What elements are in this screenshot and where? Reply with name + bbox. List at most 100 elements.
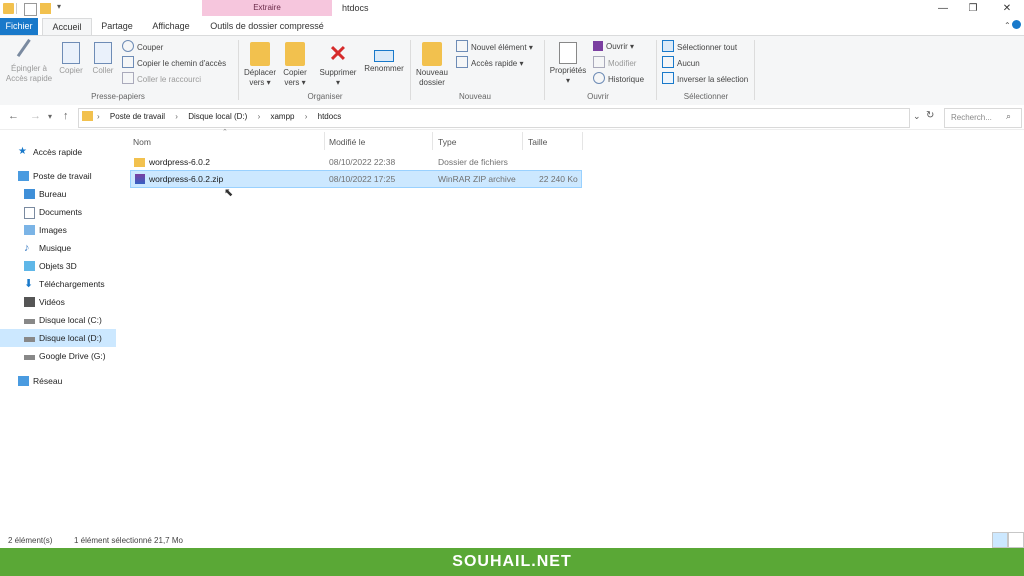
- breadcrumb-separator-icon: ›: [175, 112, 178, 121]
- nav-item-poste-de-travail[interactable]: Poste de travail: [0, 167, 116, 185]
- nav-item-musique[interactable]: ♪ Musique: [0, 239, 116, 257]
- divider: [410, 40, 411, 100]
- column-header-taille[interactable]: Taille: [528, 137, 547, 147]
- new-folder-icon[interactable]: [40, 3, 51, 14]
- copy-button[interactable]: Copier: [57, 42, 85, 76]
- history-label: Historique: [608, 75, 645, 84]
- nav-label: Téléchargements: [39, 279, 105, 289]
- properties-label: Propriétés ▾: [549, 66, 587, 85]
- breadcrumb-xampp[interactable]: xampp: [270, 112, 294, 121]
- tab-outils-dossier-compresse[interactable]: Outils de dossier compressé: [202, 18, 332, 35]
- rename-button[interactable]: Renommer: [362, 42, 406, 74]
- details-view-button[interactable]: [992, 532, 1008, 548]
- large-icons-view-button[interactable]: [1008, 532, 1024, 548]
- column-divider[interactable]: [522, 132, 523, 150]
- nav-item-acces-rapide[interactable]: ★ Accès rapide: [0, 143, 116, 161]
- nav-label: Bureau: [39, 189, 67, 199]
- nav-item-google-drive[interactable]: Google Drive (G:): [0, 347, 116, 365]
- paste-button[interactable]: Coller: [89, 42, 117, 76]
- move-to-label: Déplacer vers ▾: [243, 68, 276, 87]
- video-icon: [24, 297, 35, 307]
- paste-shortcut-button[interactable]: Coller le raccourci: [122, 72, 201, 86]
- new-folder-button[interactable]: Nouveau dossier: [414, 42, 450, 88]
- drive-icon: [24, 337, 35, 342]
- column-header-modifie[interactable]: Modifié le: [329, 137, 365, 147]
- column-header-type[interactable]: Type: [438, 137, 456, 147]
- nav-label: Disque local (D:): [39, 333, 102, 343]
- open-button[interactable]: Ouvrir ▾: [593, 40, 634, 54]
- nav-item-documents[interactable]: Documents: [0, 203, 116, 221]
- pin-quick-access-button[interactable]: Épingler à Accès rapide: [4, 38, 54, 84]
- properties-icon[interactable]: [24, 3, 37, 16]
- properties-button[interactable]: Propriétés ▾: [548, 42, 588, 86]
- nav-item-reseau[interactable]: Réseau: [0, 372, 116, 390]
- help-icon[interactable]: [1012, 20, 1021, 29]
- select-none-button[interactable]: Aucun: [662, 56, 700, 70]
- select-all-button[interactable]: Sélectionner tout: [662, 40, 737, 54]
- up-arrow-icon[interactable]: ↑: [63, 110, 69, 122]
- forward-arrow-icon[interactable]: →: [30, 110, 41, 122]
- address-dropdown-icon[interactable]: ⌄: [913, 111, 921, 122]
- new-item-icon: [456, 40, 468, 52]
- copy-to-button[interactable]: Copier vers ▾: [280, 42, 310, 88]
- column-divider[interactable]: [324, 132, 325, 150]
- nav-item-disque-d[interactable]: Disque local (D:): [0, 329, 116, 347]
- nav-item-images[interactable]: Images: [0, 221, 116, 239]
- nav-item-disque-c[interactable]: Disque local (C:): [0, 311, 116, 329]
- nav-label: Google Drive (G:): [39, 351, 106, 361]
- divider: [754, 40, 755, 100]
- download-icon: ⬇: [24, 278, 34, 290]
- nav-item-objets-3d[interactable]: Objets 3D: [0, 257, 116, 275]
- minimize-button[interactable]: —: [930, 2, 956, 15]
- copy-label: Copier: [59, 66, 83, 75]
- chevron-down-icon[interactable]: ▾: [57, 2, 61, 11]
- breadcrumb-poste[interactable]: Poste de travail: [110, 112, 165, 121]
- tab-affichage[interactable]: Affichage: [144, 18, 198, 35]
- column-header-nom[interactable]: Nom: [133, 137, 151, 147]
- cut-button[interactable]: Couper: [122, 40, 163, 54]
- easy-access-button[interactable]: Accès rapide ▾: [456, 56, 524, 70]
- file-date: 08/10/2022 22:38: [329, 157, 396, 167]
- mouse-cursor-icon: ⬉: [224, 187, 234, 199]
- nav-item-bureau[interactable]: Bureau: [0, 185, 116, 203]
- group-label-ouvrir: Ouvrir: [587, 92, 609, 101]
- nav-label: Documents: [39, 207, 82, 217]
- folder-icon: [3, 3, 14, 14]
- new-item-button[interactable]: Nouvel élément ▾: [456, 40, 533, 54]
- file-row-folder[interactable]: wordpress-6.0.2 08/10/2022 22:38 Dossier…: [130, 154, 580, 170]
- column-divider[interactable]: [432, 132, 433, 150]
- divider: [238, 40, 239, 100]
- group-label-nouveau: Nouveau: [458, 92, 492, 101]
- tab-fichier[interactable]: Fichier: [0, 18, 38, 35]
- history-button[interactable]: Historique: [593, 72, 644, 86]
- rename-label: Renommer: [364, 64, 404, 73]
- breadcrumb-disque-d[interactable]: Disque local (D:): [188, 112, 247, 121]
- delete-button[interactable]: ✕ Supprimer ▾: [316, 42, 360, 88]
- column-divider[interactable]: [582, 132, 583, 150]
- move-to-button[interactable]: Déplacer vers ▾: [242, 42, 278, 88]
- breadcrumb-htdocs[interactable]: htdocs: [318, 112, 342, 121]
- winrar-archive-icon: [135, 174, 145, 184]
- selection-info: 1 élément sélectionné 21,7 Mo: [74, 536, 183, 545]
- invert-selection-button[interactable]: Inverser la sélection: [662, 72, 748, 86]
- recent-chevron-icon[interactable]: ▾: [48, 112, 52, 121]
- tab-partage[interactable]: Partage: [94, 18, 140, 35]
- star-icon: ★: [18, 146, 27, 157]
- tab-accueil[interactable]: Accueil: [42, 18, 92, 36]
- file-row-zip[interactable]: wordpress-6.0.2.zip 08/10/2022 17:25 Win…: [130, 170, 582, 188]
- ribbon-collapse-icon[interactable]: ⌃: [1004, 21, 1011, 30]
- back-arrow-icon[interactable]: ←: [8, 110, 19, 122]
- nav-item-telechargements[interactable]: ⬇ Téléchargements: [0, 275, 116, 293]
- close-button[interactable]: ✕: [994, 2, 1020, 15]
- sort-chevron-icon: ⌃: [222, 129, 228, 136]
- copy-path-button[interactable]: Copier le chemin d'accès: [122, 56, 226, 70]
- refresh-icon[interactable]: ↻: [926, 110, 934, 121]
- properties-check-icon: [559, 42, 577, 64]
- copy-to-label: Copier vers ▾: [283, 68, 307, 87]
- nav-item-videos[interactable]: Vidéos: [0, 293, 116, 311]
- edit-button[interactable]: Modifier: [593, 56, 636, 70]
- pin-icon: [16, 38, 42, 66]
- maximize-button[interactable]: ❐: [960, 2, 986, 15]
- file-size: 22 240 Ko: [539, 174, 578, 184]
- paste-shortcut-label: Coller le raccourci: [137, 75, 202, 84]
